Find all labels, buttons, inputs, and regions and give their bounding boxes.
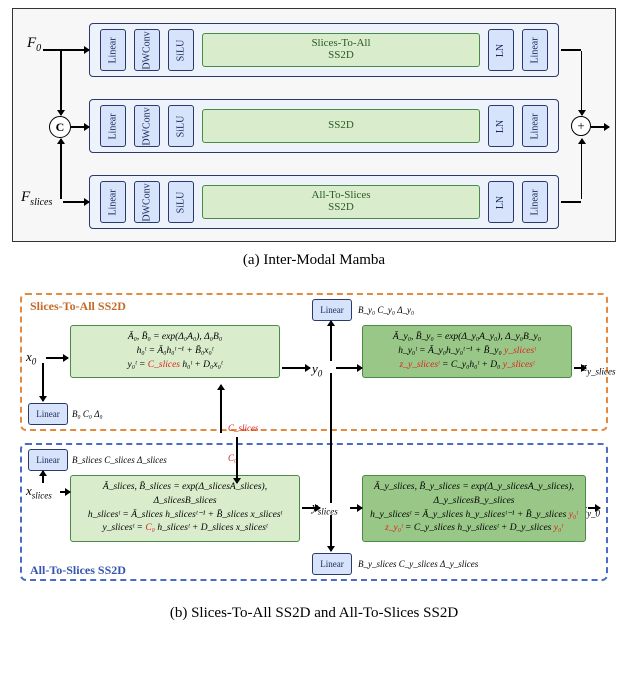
block-linear: Linear [100,29,126,71]
label-slices-to-all: Slices-To-All SS2D [30,299,126,314]
block-ss2d: SS2D [202,109,480,143]
figure-a-wrapper: F0 Fslices C + Linear DWConv SiLU Slices… [0,0,628,646]
eq-bot-left: Ā_slices, B̄_slices = exp(Δ_slicesA_slic… [70,475,300,542]
arrow-icon [561,201,581,203]
arrow-icon [42,471,44,483]
arrow-icon [588,507,600,509]
params-y0: B_y₀ C_y₀ Δ_y₀ [358,305,414,315]
arrow-icon [60,51,62,115]
block-ln: LN [488,29,514,71]
plus-icon: + [571,116,591,136]
params-slices: B_slices C_slices Δ_slices [72,455,167,465]
arrow-icon [330,373,332,503]
block-linear: Linear [100,181,126,223]
arrow-icon [330,515,332,551]
block-linear: Linear [522,181,548,223]
arrow-icon [236,437,238,483]
arrow-icon [561,49,581,51]
arrow-icon [42,363,44,401]
part-a-diagram: F0 Fslices C + Linear DWConv SiLU Slices… [12,8,616,242]
arrow-icon [581,51,583,115]
block-ln: LN [488,105,514,147]
arrow-icon [330,321,332,361]
arrow-icon [336,367,362,369]
linear-box: Linear [312,299,352,321]
block-linear: Linear [522,105,548,147]
branch-bot: Linear DWConv SiLU All-To-SlicesSS2D LN … [89,175,559,229]
linear-box: Linear [28,403,68,425]
caption-a: (a) Inter-Modal Mamba [12,252,616,269]
arrow-icon [282,367,310,369]
input-f0: F0 [27,35,41,54]
block-all-to-slices-ss2d: All-To-SlicesSS2D [202,185,480,219]
arrow-icon [63,201,89,203]
label-all-to-slices: All-To-Slices SS2D [30,563,126,578]
eq-top-left: Ā₀, B̄₀ = exp(Δ₀A₀), Δ₀B₀ h₀ᵗ = Ā₀h₀ᵗ⁻¹ … [70,325,280,378]
var-x0: x0 [26,349,36,367]
part-b-diagram: Slices-To-All SS2D All-To-Slices SS2D x0… [12,285,616,595]
concat-icon: C [49,116,71,138]
linear-box: Linear [312,553,352,575]
block-silu: SiLU [168,105,194,147]
var-zyslices: zy_slices [582,359,616,377]
cross-cslices: C_slices [228,423,259,433]
block-dwconv: DWConv [134,105,160,147]
var-y0: y0 [312,361,322,379]
arrow-icon [46,357,68,359]
eq-bot-right: Ā_y_slices, B̄_y_slices = exp(Δ_y_slices… [362,475,586,542]
block-silu: SiLU [168,29,194,71]
arrow-icon [574,367,586,369]
branch-mid: Linear DWConv SiLU SS2D LN Linear [89,99,559,153]
arrow-icon [581,139,583,199]
var-xslices: xslices [26,483,52,501]
block-dwconv: DWConv [134,29,160,71]
arrow-icon [350,507,362,509]
linear-box: Linear [28,449,68,471]
arrow-icon [43,49,89,51]
block-dwconv: DWConv [134,181,160,223]
arrow-icon [220,385,222,433]
arrow-icon [60,139,62,199]
block-slices-to-all-ss2d: Slices-To-AllSS2D [202,33,480,67]
block-ln: LN [488,181,514,223]
arrow-icon [302,507,320,509]
eq-top-right: Ā_y₀, B̄_y₀ = exp(Δ_y₀A_y₀), Δ_y₀B_y₀ h_… [362,325,572,378]
block-silu: SiLU [168,181,194,223]
input-fslices: Fslices [21,189,52,208]
block-linear: Linear [522,29,548,71]
params-b0c0d0: B₀ C₀ Δ₀ [72,409,103,419]
block-linear: Linear [100,105,126,147]
arrow-icon [591,126,609,128]
arrow-icon [60,491,70,493]
branch-top: Linear DWConv SiLU Slices-To-AllSS2D LN … [89,23,559,77]
caption-b: (b) Slices-To-All SS2D and All-To-Slices… [12,605,616,622]
arrow-icon [71,126,89,128]
params-yslices: B_y_slices C_y_slices Δ_y_slices [358,559,478,569]
